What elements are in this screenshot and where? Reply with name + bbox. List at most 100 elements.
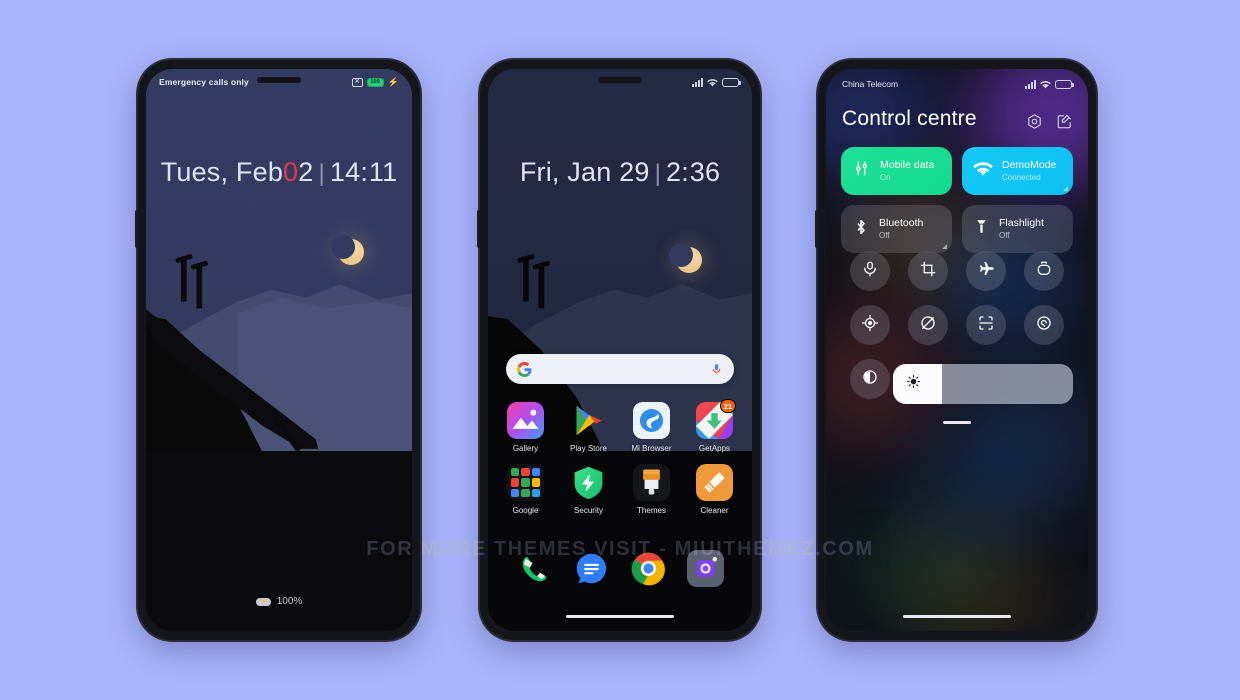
app-label: Themes (637, 506, 666, 515)
control-centre-drag-handle[interactable] (943, 421, 971, 424)
charging-bolt-icon: ⚡ (387, 76, 399, 87)
app-play-store[interactable]: Play Store (557, 402, 620, 453)
google-g-icon (517, 361, 532, 377)
google-search-bar[interactable] (506, 354, 734, 384)
airplane-mode-icon (977, 259, 996, 283)
app-label: Gallery (512, 444, 539, 453)
dock (488, 550, 752, 587)
battery-icon (1055, 79, 1074, 89)
lockscreen-screen[interactable]: Emergency calls only ✕ 100 ⚡ Tues, Feb02… (146, 69, 412, 631)
clock-separator: | (654, 160, 662, 187)
signal-bars-icon (1025, 79, 1036, 89)
security-icon[interactable] (570, 464, 607, 501)
messages-icon[interactable] (573, 550, 610, 587)
mi-browser-icon[interactable] (633, 402, 670, 439)
settings-icon[interactable] (1026, 113, 1043, 135)
page-title: Control centre (842, 107, 977, 130)
app-getapps[interactable]: 21 GetApps (683, 399, 746, 453)
lockscreen-wallpaper (146, 69, 412, 631)
app-label: Mi Browser (631, 444, 672, 453)
battery-saver-icon (1035, 260, 1053, 283)
location-icon (861, 314, 879, 337)
tile-subtitle: Off (999, 230, 1010, 240)
homescreen-screen[interactable]: Fri, Jan 29 | 2:36 Gallery Play Store Mi… (488, 69, 752, 631)
app-label: GetApps (698, 444, 731, 453)
app-mi-browser[interactable]: Mi Browser (620, 402, 683, 453)
lockscreen-hours: 14 (329, 157, 361, 187)
brightness-slider[interactable] (893, 364, 1073, 404)
toggle-battery-saver[interactable] (1024, 251, 1064, 291)
control-centre-actions (1026, 113, 1073, 135)
phone-lockscreen: Emergency calls only ✕ 100 ⚡ Tues, Feb02… (135, 60, 420, 640)
app-security[interactable]: Security (557, 464, 620, 515)
toggle-do-not-disturb[interactable] (1024, 305, 1064, 345)
tile-expand-corner[interactable] (942, 244, 947, 249)
homescreen-day: 29 (619, 157, 650, 187)
camera-icon[interactable] (687, 550, 724, 587)
toggle-location[interactable] (850, 305, 890, 345)
tile-subtitle: Off (879, 230, 890, 240)
toggle-silent-mode[interactable] (850, 251, 890, 291)
toggle-airplane-mode[interactable] (966, 251, 1006, 291)
app-badge: 21 (719, 399, 736, 413)
tile-bluetooth[interactable]: Bluetooth Off (841, 205, 952, 253)
tile-flashlight[interactable]: Flashlight Off (962, 205, 1073, 253)
tile-wifi[interactable]: DemoMode Connected (962, 147, 1073, 195)
wifi-icon (973, 160, 993, 182)
scan-code-icon (977, 314, 995, 337)
lockscreen-day-red: 0 (283, 157, 299, 187)
app-gallery[interactable]: Gallery (494, 402, 557, 453)
edit-icon[interactable] (1056, 113, 1073, 135)
app-grid: Gallery Play Store Mi Browser 21 GetApps… (494, 399, 746, 515)
battery-level-icon: 100 (366, 77, 384, 87)
microphone-icon[interactable] (710, 362, 723, 377)
wifi-icon (707, 78, 718, 87)
app-label: Google (512, 506, 539, 515)
phone-icon[interactable] (516, 550, 553, 587)
clock-separator: | (318, 160, 325, 187)
no-sim-icon: ✕ (351, 77, 363, 87)
navigation-bar-handle[interactable] (903, 615, 1011, 618)
gallery-icon[interactable] (507, 402, 544, 439)
themes-icon[interactable] (633, 464, 670, 501)
moon-icon (331, 235, 364, 265)
phone-homescreen: Fri, Jan 29 | 2:36 Gallery Play Store Mi… (477, 60, 760, 640)
auto-rotate-icon (919, 314, 937, 337)
lockscreen-colon: : (360, 157, 369, 187)
lockscreen-date-text: Tues, Feb (160, 157, 284, 187)
battery-charging-icon: ⚡ (255, 597, 271, 606)
app-cleaner[interactable]: Cleaner (683, 464, 746, 515)
control-centre-screen[interactable]: China Telecom Control centre Mobile data… (826, 69, 1088, 631)
homescreen-colon: : (681, 157, 690, 187)
moon-icon (669, 243, 702, 273)
toggle-screenshot[interactable] (908, 251, 948, 291)
app-themes[interactable]: Themes (620, 464, 683, 515)
cleaner-icon[interactable] (696, 464, 733, 501)
tile-expand-corner[interactable] (1063, 186, 1068, 191)
bluetooth-icon (852, 217, 870, 242)
app-google-folder[interactable]: Google (494, 464, 557, 515)
homescreen-clock: Fri, Jan 29 | 2:36 (488, 157, 752, 188)
homescreen-wallpaper (488, 69, 752, 631)
carrier-label: China Telecom (842, 79, 899, 89)
tile-subtitle: On (880, 172, 891, 182)
lockscreen-day-rest: 2 (298, 157, 314, 187)
chrome-icon[interactable] (630, 550, 667, 587)
tile-title: Flashlight (999, 217, 1044, 230)
app-label: Play Store (570, 444, 607, 453)
google-folder-icon[interactable] (507, 464, 544, 501)
play-store-icon[interactable] (570, 402, 607, 439)
navigation-bar-handle[interactable] (566, 615, 674, 618)
earpiece-speaker (257, 77, 301, 83)
do-not-disturb-icon (1035, 314, 1053, 337)
toggle-auto-rotate[interactable] (908, 305, 948, 345)
phone-control-centre: China Telecom Control centre Mobile data… (815, 60, 1096, 640)
toggle-scan-code[interactable] (966, 305, 1006, 345)
tile-mobile-data[interactable]: Mobile data On (841, 147, 952, 195)
control-centre-statusbar: China Telecom (826, 69, 1088, 99)
signal-bars-icon (692, 77, 703, 87)
lockscreen-clock: Tues, Feb02 | 14:11 (146, 157, 412, 188)
tile-title: DemoMode (1002, 159, 1057, 172)
quick-setting-tiles: Mobile data On DemoMode Connected Blueto… (841, 147, 1073, 253)
brightness-sun-icon (906, 374, 921, 394)
